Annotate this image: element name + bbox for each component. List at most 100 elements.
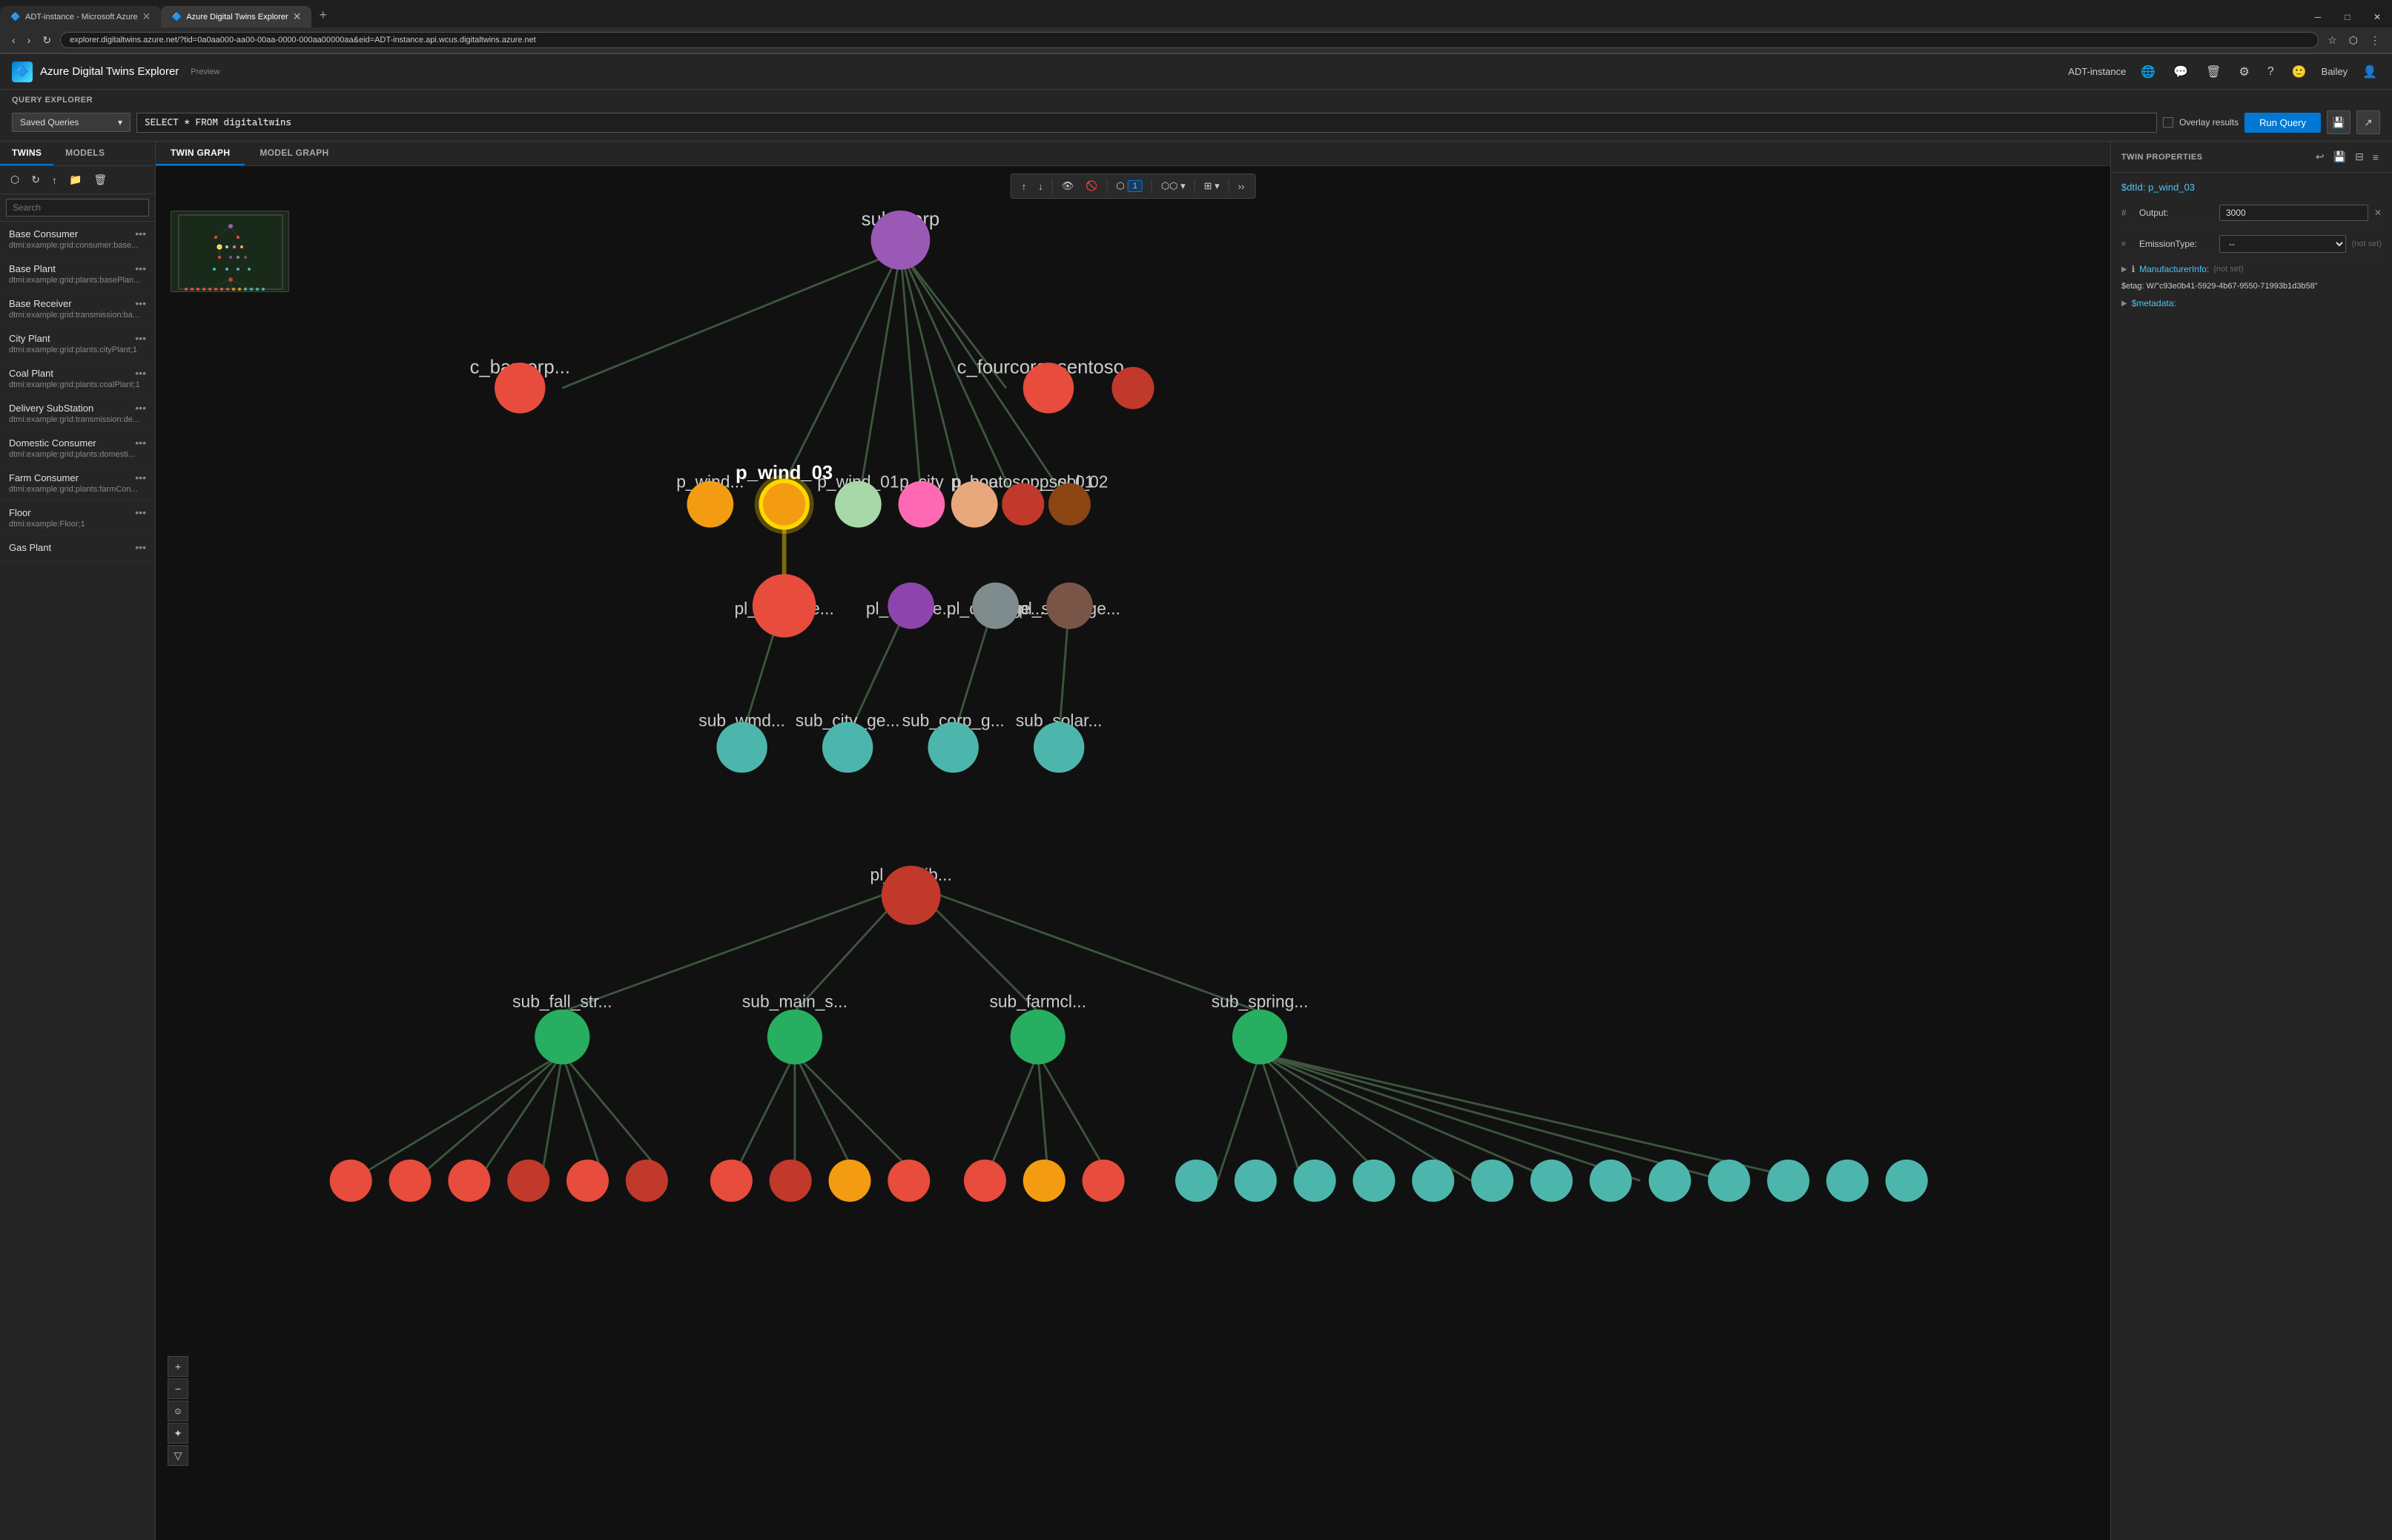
tab-close-1[interactable]: ✕ — [142, 10, 151, 23]
node-sub-main-s[interactable] — [767, 1009, 822, 1064]
share-query-button[interactable]: ↗ — [2356, 110, 2380, 134]
node-pl-solar-ge[interactable] — [1046, 583, 1093, 629]
node-p-wind-left[interactable] — [687, 481, 733, 528]
help-icon[interactable]: ? — [2264, 62, 2277, 82]
node-pl-city-ge[interactable] — [888, 583, 934, 629]
filter-button[interactable]: ▽ — [168, 1445, 188, 1466]
node-sub-corp-g[interactable] — [928, 722, 978, 773]
delete-icon[interactable]: 🗑 — [2203, 62, 2224, 82]
list-item[interactable]: Gas Plant ••• — [0, 535, 155, 561]
back-button[interactable]: ‹ — [9, 33, 19, 47]
item-menu-icon[interactable]: ••• — [135, 437, 146, 449]
node-bottom-15[interactable] — [1235, 1160, 1277, 1202]
refresh-props-button[interactable]: ⊟ — [2352, 149, 2367, 165]
prop-metadata-row[interactable]: ▶ $metadata: — [2121, 298, 2382, 308]
list-item[interactable]: City Plant ••• dtmi:example:grid:plants:… — [0, 326, 155, 361]
save-query-button[interactable]: 💾 — [2327, 110, 2350, 134]
list-item[interactable]: Domestic Consumer ••• dtmi:example:grid:… — [0, 431, 155, 466]
node-sub-corp[interactable] — [871, 211, 931, 270]
tab-close-2[interactable]: ✕ — [293, 10, 302, 23]
node-bottom-26[interactable] — [1886, 1160, 1928, 1202]
new-tab-button[interactable]: + — [311, 3, 334, 27]
minimize-button[interactable]: ─ — [2303, 7, 2333, 27]
chat-icon[interactable]: 💬 — [2170, 62, 2191, 82]
node-bottom-21[interactable] — [1590, 1160, 1632, 1202]
node-bottom-6[interactable] — [626, 1160, 668, 1202]
refresh-button[interactable]: ↻ — [27, 171, 44, 189]
upload-button[interactable]: ↑ — [47, 171, 62, 189]
list-item[interactable]: Base Plant ••• dtmi:example:grid:plants:… — [0, 257, 155, 291]
node-bottom-24[interactable] — [1767, 1160, 1809, 1202]
node-bottom-8[interactable] — [770, 1160, 812, 1202]
refresh-button[interactable]: ↻ — [39, 33, 54, 48]
show-button[interactable]: 👁 — [1057, 177, 1079, 195]
more-button[interactable]: ›› — [1234, 178, 1249, 195]
prop-output-input[interactable] — [2219, 205, 2368, 221]
node-p-sol-02[interactable] — [1048, 483, 1091, 526]
prop-clear-button[interactable]: ✕ — [2374, 208, 2382, 218]
node-c-barcorp[interactable] — [495, 363, 545, 413]
node-bottom-14[interactable] — [1175, 1160, 1218, 1202]
grid-button[interactable]: ⊞ ▾ — [1200, 177, 1224, 195]
item-menu-icon[interactable]: ••• — [135, 332, 146, 344]
graph-nodes-button[interactable]: ⬡ 1 — [1111, 177, 1146, 195]
url-bar[interactable]: explorer.digitaltwins.azure.net/?tid=0a0… — [60, 32, 2319, 48]
run-query-button[interactable]: Run Query — [2244, 113, 2321, 133]
node-bottom-16[interactable] — [1294, 1160, 1336, 1202]
node-c-extra[interactable] — [1111, 367, 1154, 409]
zoom-in-button[interactable]: + — [168, 1356, 188, 1377]
node-p-city[interactable] — [899, 481, 945, 528]
node-bottom-19[interactable] — [1471, 1160, 1513, 1202]
bookmark-button[interactable]: ☆ — [2325, 33, 2340, 48]
node-bottom-12[interactable] — [1023, 1160, 1066, 1202]
list-item[interactable]: Coal Plant ••• dtmi:example:grid:plants:… — [0, 361, 155, 396]
node-sub-city-ge[interactable] — [822, 722, 873, 773]
hide-button[interactable]: 🚫 — [1081, 177, 1102, 195]
node-bottom-7[interactable] — [710, 1160, 753, 1202]
node-pl-wind-ge[interactable] — [755, 576, 814, 635]
item-menu-icon[interactable]: ••• — [135, 262, 146, 274]
item-menu-icon[interactable]: ••• — [135, 541, 146, 553]
node-sub-solar[interactable] — [1034, 722, 1084, 773]
item-menu-icon[interactable]: ••• — [135, 506, 146, 518]
select-button[interactable]: ✦ — [168, 1423, 188, 1444]
list-item[interactable]: Base Consumer ••• dtmi:example:grid:cons… — [0, 222, 155, 257]
item-menu-icon[interactable]: ••• — [135, 472, 146, 483]
graph-svg[interactable]: sub_corp c_barcorp... c_fourcora_sentoso… — [156, 166, 2110, 1540]
globe-icon[interactable]: 🌐 — [2138, 62, 2158, 82]
overlay-checkbox[interactable] — [2163, 117, 2173, 128]
node-bottom-23[interactable] — [1708, 1160, 1750, 1202]
node-bottom-17[interactable] — [1352, 1160, 1395, 1202]
tab-twins[interactable]: TWINS — [0, 142, 53, 165]
node-p-coatosop[interactable] — [1002, 483, 1044, 526]
prop-emission-select[interactable]: -- — [2219, 235, 2346, 253]
zoom-fit-button[interactable]: ⊙ — [168, 1401, 188, 1421]
tab-models[interactable]: MODELS — [53, 142, 116, 165]
layout-button[interactable]: ⬡⬡ ▾ — [1157, 177, 1190, 195]
node-sub-fall-str[interactable] — [535, 1009, 589, 1064]
list-item[interactable]: Base Receiver ••• dtmi:example:grid:tran… — [0, 291, 155, 326]
item-menu-icon[interactable]: ••• — [135, 228, 146, 239]
close-button[interactable]: ✕ — [2362, 7, 2392, 27]
node-c-fourcora[interactable] — [1023, 363, 1074, 413]
node-sub-farmcl[interactable] — [1011, 1009, 1066, 1064]
node-bottom-2[interactable] — [389, 1160, 432, 1202]
node-bottom-25[interactable] — [1826, 1160, 1869, 1202]
zoom-out-button[interactable]: − — [168, 1378, 188, 1399]
maximize-button[interactable]: □ — [2333, 7, 2362, 27]
item-menu-icon[interactable]: ••• — [135, 297, 146, 309]
node-bottom-1[interactable] — [330, 1160, 372, 1202]
tab-twin-graph[interactable]: TWIN GRAPH — [156, 142, 245, 165]
node-p-wind-03[interactable] — [761, 481, 807, 528]
node-p-wind-01[interactable] — [835, 481, 882, 528]
node-bottom-11[interactable] — [964, 1160, 1006, 1202]
folder-button[interactable]: 📁 — [65, 171, 86, 189]
download-graph-button[interactable]: ↓ — [1034, 178, 1048, 195]
smiley-icon[interactable]: 🙂 — [2289, 62, 2310, 82]
node-sub-wind[interactable] — [716, 722, 767, 773]
node-bottom-3[interactable] — [448, 1160, 490, 1202]
query-input[interactable] — [136, 113, 2157, 133]
node-bottom-22[interactable] — [1649, 1160, 1691, 1202]
node-pl-corp-ge[interactable] — [972, 583, 1019, 629]
tab-model-graph[interactable]: MODEL GRAPH — [245, 142, 343, 165]
